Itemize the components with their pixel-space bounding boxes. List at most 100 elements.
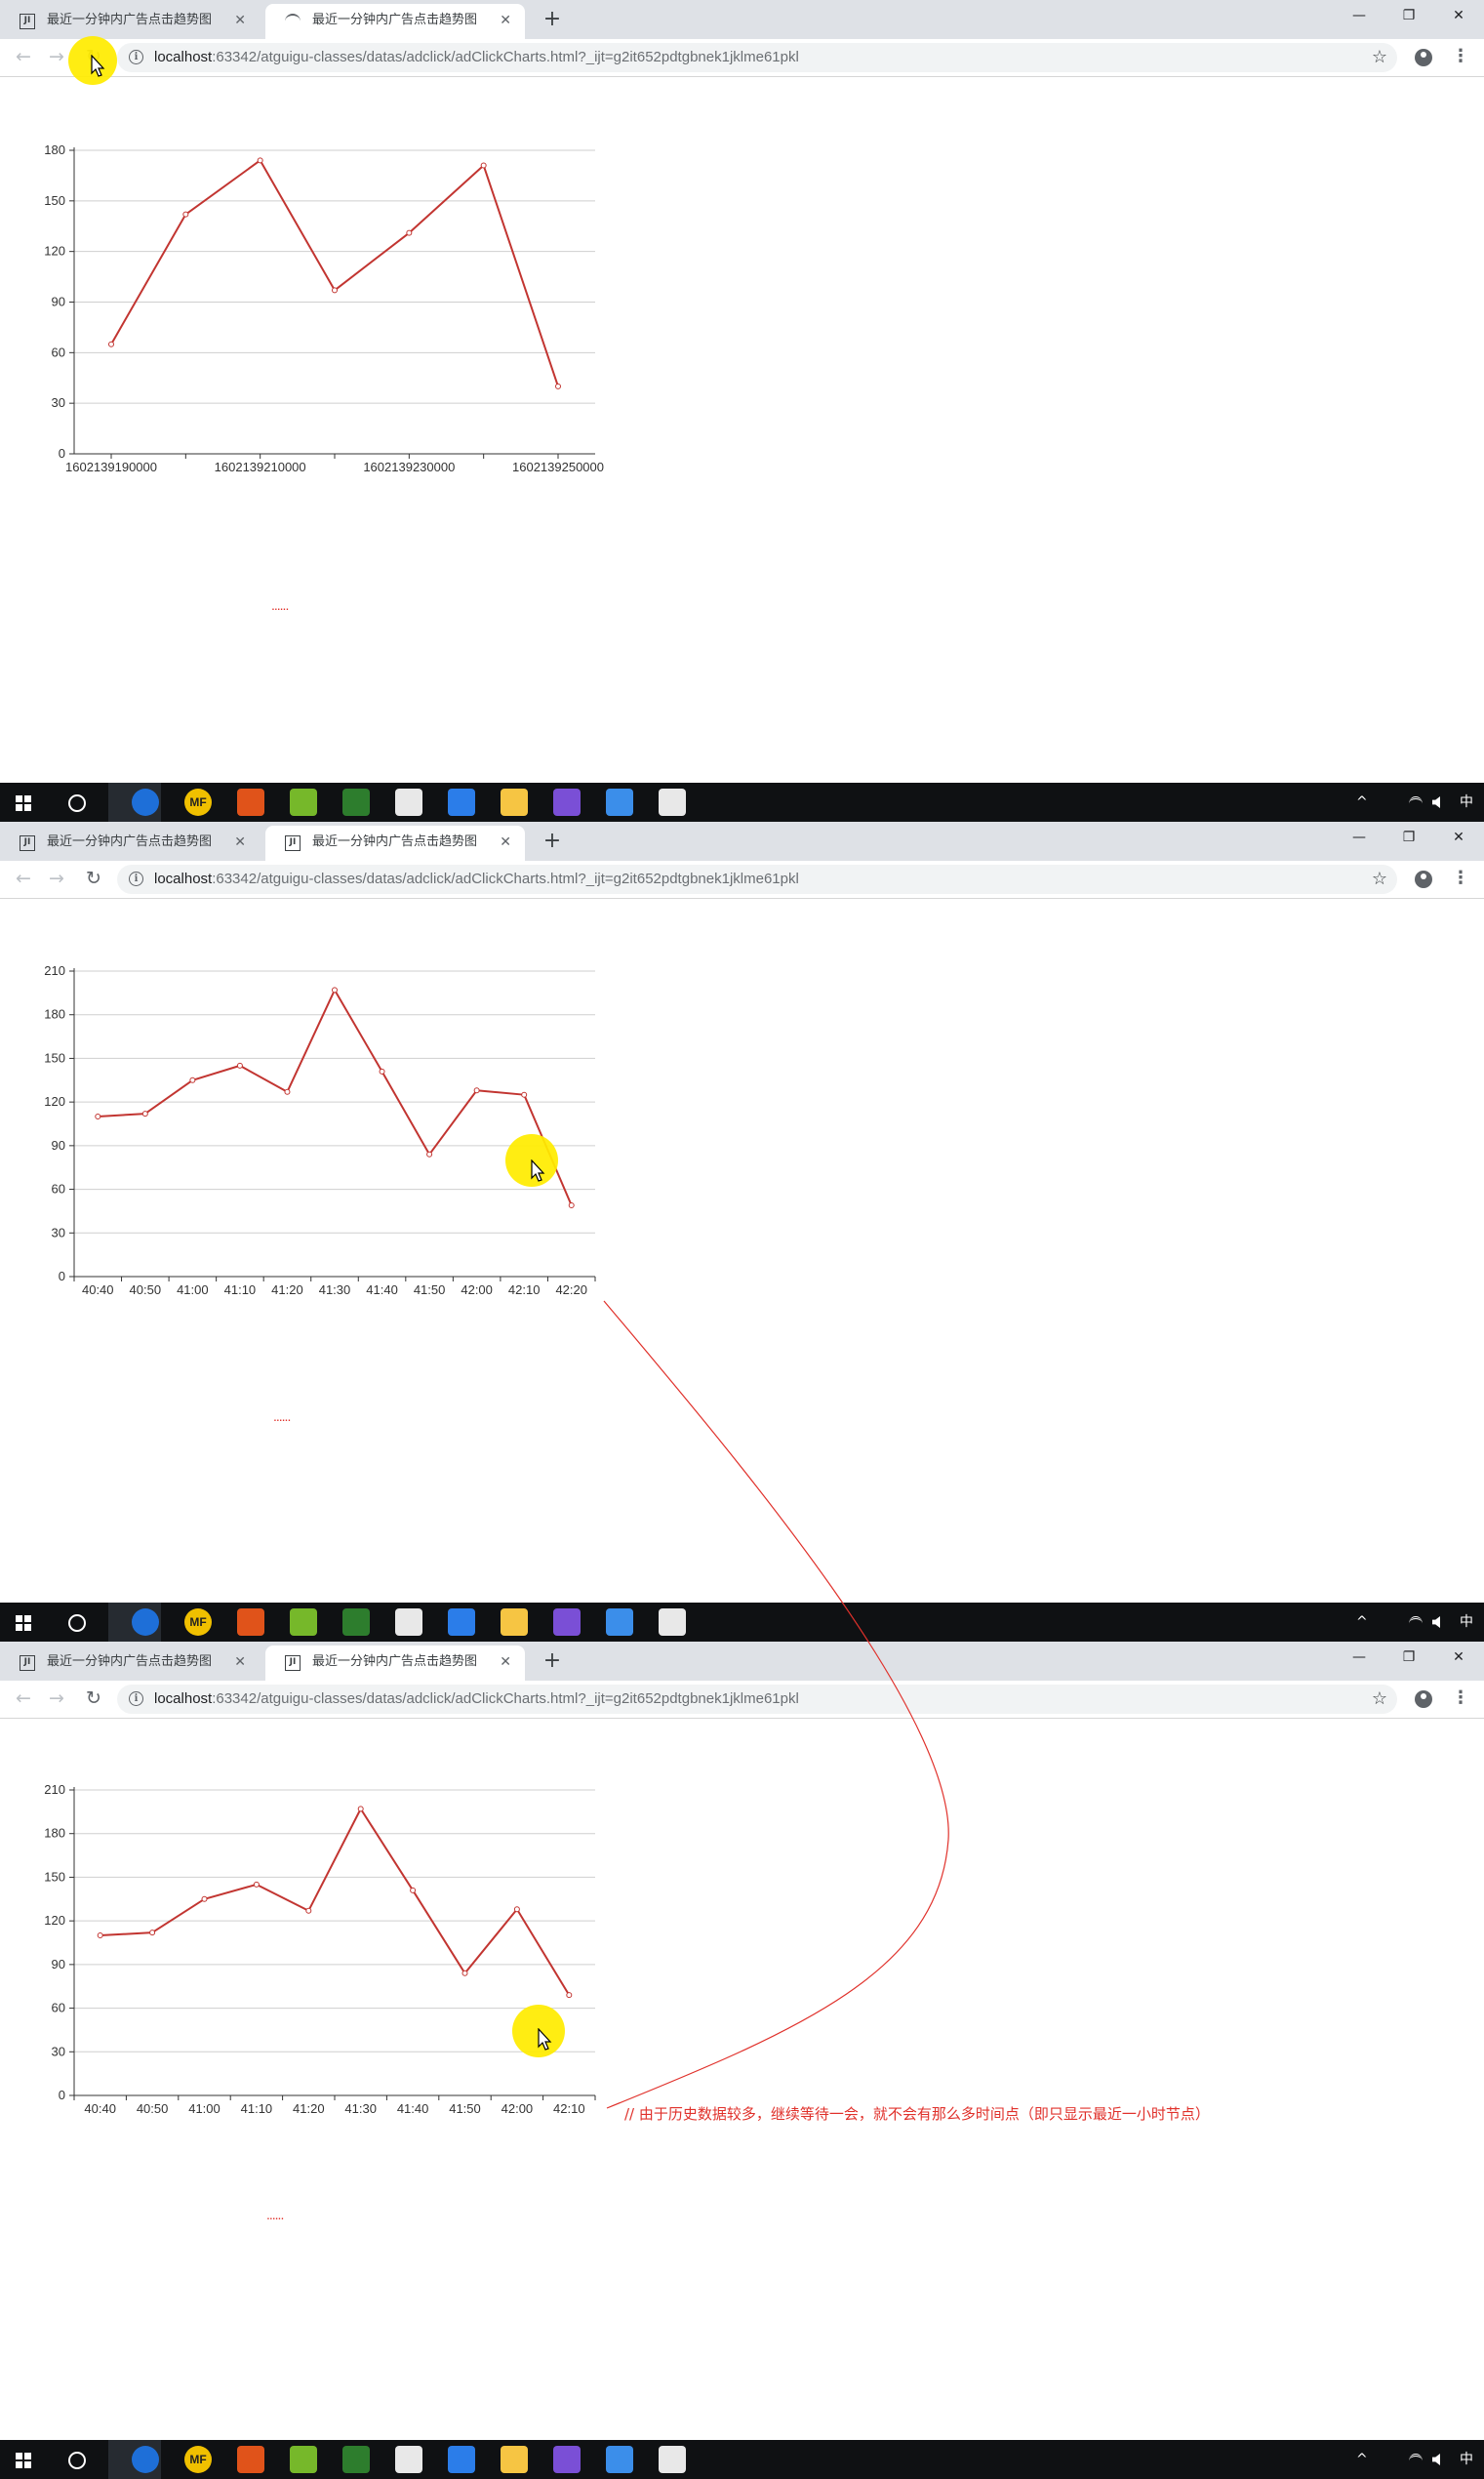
info-icon[interactable]: i	[129, 872, 143, 886]
taskbar-app-icon[interactable]	[395, 1608, 422, 1636]
close-tab-icon[interactable]: ✕	[234, 1646, 246, 1679]
profile-avatar-icon[interactable]	[1415, 871, 1432, 888]
taskbar-app-icon[interactable]	[132, 789, 159, 816]
back-button[interactable]: ←	[10, 865, 37, 892]
tab-2[interactable]: JI 最近一分钟内广告点击趋势图 ✕	[265, 1646, 525, 1681]
ime-indicator[interactable]: 中	[1460, 2440, 1473, 2479]
menu-icon[interactable]: ⋮	[1452, 867, 1469, 890]
restore-button[interactable]: ❐	[1386, 1642, 1431, 1673]
address-bar[interactable]: i localhost:63342/atguigu-classes/datas/…	[117, 865, 1397, 894]
taskbar-app-icon[interactable]	[501, 2446, 528, 2473]
taskbar-app-icon[interactable]	[606, 789, 633, 816]
restore-button[interactable]: ❐	[1386, 822, 1431, 853]
close-window-button[interactable]: ✕	[1436, 822, 1481, 853]
taskbar-app-icon[interactable]	[237, 2446, 264, 2473]
windows-start-icon[interactable]	[16, 1615, 31, 1631]
cortana-icon[interactable]	[68, 794, 86, 812]
url-text[interactable]: localhost:63342/atguigu-classes/datas/ad…	[154, 43, 799, 72]
volume-icon[interactable]	[1432, 1616, 1440, 1628]
taskbar-app-icon[interactable]	[659, 1608, 686, 1636]
tab-1[interactable]: JI 最近一分钟内广告点击趋势图 ✕	[0, 4, 260, 39]
taskbar-app-icon[interactable]	[501, 1608, 528, 1636]
taskbar-app-icon[interactable]	[553, 2446, 581, 2473]
close-tab-icon[interactable]: ✕	[500, 1646, 511, 1679]
bookmark-star-icon[interactable]: ☆	[1372, 43, 1387, 72]
info-icon[interactable]: i	[129, 50, 143, 64]
reload-button[interactable]: ↻	[80, 1685, 107, 1712]
volume-icon[interactable]	[1432, 2454, 1440, 2465]
network-icon[interactable]	[1409, 1616, 1423, 1631]
tray-caret-icon[interactable]: ^	[1356, 1603, 1368, 1642]
menu-icon[interactable]: ⋮	[1452, 45, 1469, 68]
close-window-button[interactable]: ✕	[1436, 0, 1481, 31]
new-tab-button[interactable]: +	[539, 1646, 566, 1677]
taskbar-app-icon[interactable]	[290, 2446, 317, 2473]
taskbar-app-icon[interactable]	[501, 789, 528, 816]
taskbar-app-icon[interactable]	[395, 2446, 422, 2473]
network-icon[interactable]	[1409, 796, 1423, 811]
minimize-button[interactable]: —	[1337, 822, 1382, 853]
ime-indicator[interactable]: 中	[1460, 1603, 1473, 1642]
profile-avatar-icon[interactable]	[1415, 49, 1432, 66]
close-tab-icon[interactable]: ✕	[234, 4, 246, 37]
taskbar-app-icon[interactable]	[290, 789, 317, 816]
new-tab-button[interactable]: +	[539, 826, 566, 857]
back-button[interactable]: ←	[10, 43, 37, 70]
back-button[interactable]: ←	[10, 1685, 37, 1712]
tray-caret-icon[interactable]: ^	[1356, 2440, 1368, 2479]
forward-button[interactable]: →	[43, 43, 70, 70]
taskbar-app-icon[interactable]	[237, 1608, 264, 1636]
taskbar-app-icon[interactable]	[290, 1608, 317, 1636]
taskbar-app-icon[interactable]	[237, 789, 264, 816]
forward-button[interactable]: →	[43, 865, 70, 892]
taskbar-app-icon[interactable]: MF	[184, 789, 212, 816]
minimize-button[interactable]: —	[1337, 1642, 1382, 1673]
taskbar-app-icon[interactable]	[448, 1608, 475, 1636]
windows-start-icon[interactable]	[16, 795, 31, 811]
restore-button[interactable]: ❐	[1386, 0, 1431, 31]
taskbar-app-icon[interactable]	[132, 1608, 159, 1636]
taskbar-app-icon[interactable]	[659, 2446, 686, 2473]
taskbar-app-icon[interactable]: MF	[184, 2446, 212, 2473]
taskbar-app-icon[interactable]	[606, 2446, 633, 2473]
close-tab-icon[interactable]: ✕	[500, 826, 511, 859]
network-icon[interactable]	[1409, 2454, 1423, 2468]
taskbar-app-icon[interactable]	[395, 789, 422, 816]
taskbar-app-icon[interactable]	[448, 789, 475, 816]
close-tab-icon[interactable]: ✕	[500, 4, 511, 37]
taskbar-app-icon[interactable]: MF	[184, 1608, 212, 1636]
cortana-icon[interactable]	[68, 2452, 86, 2469]
forward-button[interactable]: →	[43, 1685, 70, 1712]
taskbar-app-icon[interactable]	[553, 1608, 581, 1636]
close-window-button[interactable]: ✕	[1436, 1642, 1481, 1673]
taskbar-app-icon[interactable]	[448, 2446, 475, 2473]
taskbar-app-icon[interactable]	[659, 789, 686, 816]
reload-button[interactable]: ↻	[80, 865, 107, 892]
close-tab-icon[interactable]: ✕	[234, 826, 246, 859]
taskbar-app-icon[interactable]	[342, 1608, 370, 1636]
address-bar[interactable]: i localhost:63342/atguigu-classes/datas/…	[117, 1685, 1397, 1714]
taskbar-app-icon[interactable]	[342, 789, 370, 816]
address-bar[interactable]: i localhost:63342/atguigu-classes/datas/…	[117, 43, 1397, 72]
bookmark-star-icon[interactable]: ☆	[1372, 865, 1387, 894]
tab-2[interactable]: 最近一分钟内广告点击趋势图 ✕	[265, 4, 525, 39]
windows-start-icon[interactable]	[16, 2453, 31, 2468]
taskbar-app-icon[interactable]	[342, 2446, 370, 2473]
profile-avatar-icon[interactable]	[1415, 1690, 1432, 1708]
url-text[interactable]: localhost:63342/atguigu-classes/datas/ad…	[154, 865, 799, 894]
volume-icon[interactable]	[1432, 796, 1440, 808]
taskbar-app-icon[interactable]	[553, 789, 581, 816]
url-text[interactable]: localhost:63342/atguigu-classes/datas/ad…	[154, 1685, 799, 1714]
ime-indicator[interactable]: 中	[1460, 783, 1473, 822]
tab-1[interactable]: JI 最近一分钟内广告点击趋势图 ✕	[0, 1646, 260, 1681]
tab-1[interactable]: JI 最近一分钟内广告点击趋势图 ✕	[0, 826, 260, 861]
tray-caret-icon[interactable]: ^	[1356, 783, 1368, 822]
bookmark-star-icon[interactable]: ☆	[1372, 1685, 1387, 1714]
new-tab-button[interactable]: +	[539, 4, 566, 35]
tab-2[interactable]: JI 最近一分钟内广告点击趋势图 ✕	[265, 826, 525, 861]
taskbar-app-icon[interactable]	[606, 1608, 633, 1636]
minimize-button[interactable]: —	[1337, 0, 1382, 31]
cortana-icon[interactable]	[68, 1614, 86, 1632]
info-icon[interactable]: i	[129, 1691, 143, 1706]
taskbar-app-icon[interactable]	[132, 2446, 159, 2473]
